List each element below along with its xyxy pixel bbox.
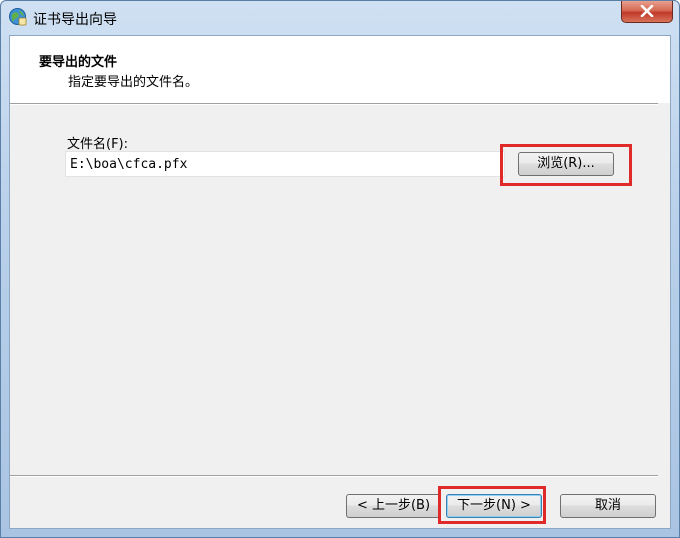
page-title: 要导出的文件	[39, 55, 118, 70]
back-button[interactable]: < 上一步(B)	[346, 494, 441, 518]
header-divider	[10, 103, 658, 105]
title-bar[interactable]: 证书导出向导	[1, 1, 679, 35]
close-icon	[640, 5, 654, 17]
cancel-button[interactable]: 取消	[560, 494, 656, 518]
browse-button[interactable]: 浏览(R)...	[518, 152, 614, 176]
close-button[interactable]	[621, 1, 673, 23]
window-title: 证书导出向导	[33, 12, 117, 28]
wizard-header: 要导出的文件 指定要导出的文件名。	[10, 36, 670, 103]
file-name-input[interactable]	[65, 151, 505, 177]
next-button[interactable]: 下一步(N) >	[446, 494, 542, 518]
footer-divider	[10, 475, 658, 477]
page-subtitle: 指定要导出的文件名。	[68, 75, 199, 90]
certificate-globe-icon	[8, 7, 27, 26]
wizard-window: 证书导出向导 要导出的文件 指定要导出的文件名。 文件名(F): 浏览(R)..…	[0, 0, 680, 538]
wizard-body: 要导出的文件 指定要导出的文件名。 文件名(F): 浏览(R)... < 上一步…	[9, 35, 671, 529]
file-name-label: 文件名(F):	[67, 137, 129, 152]
